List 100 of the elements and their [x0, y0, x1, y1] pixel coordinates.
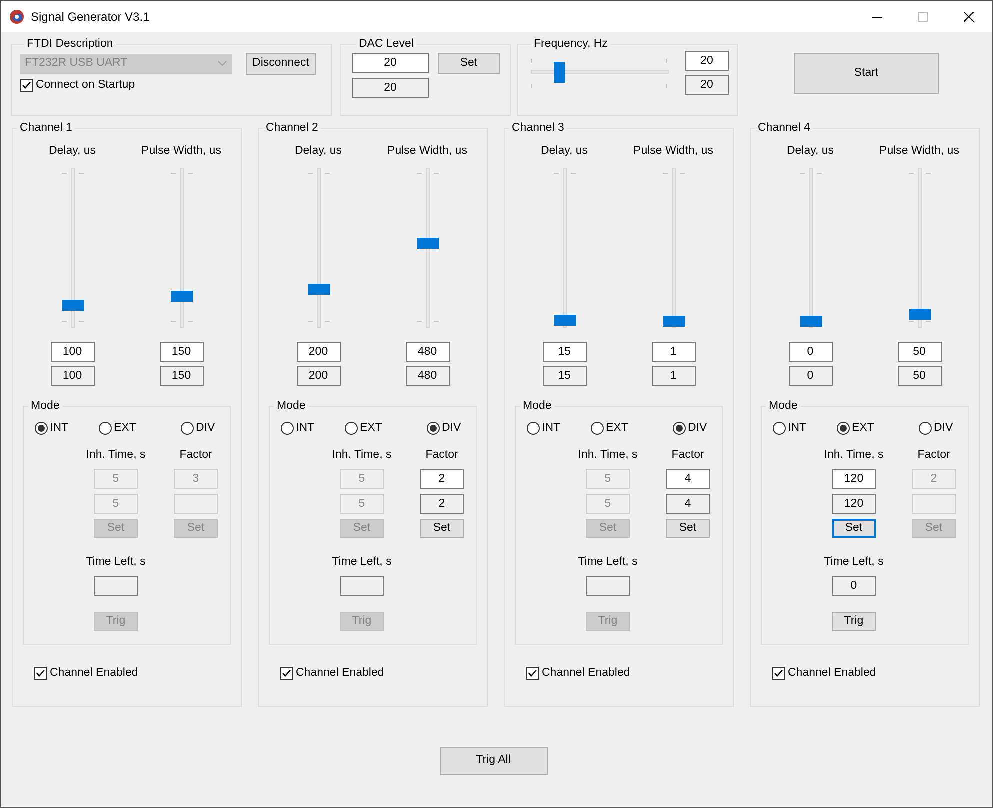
pulse-width-input[interactable]: 150	[160, 342, 204, 362]
radio-icon[interactable]	[673, 422, 686, 436]
mode-radio[interactable]: INT	[270, 420, 318, 438]
delay-readout: 0	[788, 366, 832, 386]
delay-input[interactable]: 15	[542, 342, 586, 362]
slider-thumb[interactable]	[554, 62, 565, 83]
mode-radio[interactable]: INT	[24, 420, 72, 438]
slider-thumb[interactable]	[62, 300, 84, 311]
close-icon[interactable]	[964, 12, 974, 22]
inhibit-time-label: Inh. Time, s	[578, 448, 638, 462]
channel-enabled-checkbox[interactable]: Channel Enabled	[772, 665, 876, 682]
factor-readout	[912, 494, 956, 514]
factor-input[interactable]: 4	[666, 468, 710, 489]
pulse-width-input[interactable]: 1	[652, 342, 696, 362]
trig-button[interactable]: Trig	[832, 612, 876, 631]
group-title: Mode	[522, 399, 553, 414]
slider-thumb[interactable]	[662, 316, 684, 328]
time-left-field	[340, 576, 384, 596]
set-button[interactable]: Set	[420, 518, 464, 538]
delay-label: Delay, us	[294, 144, 342, 159]
inhibit-time-readout: 5	[340, 494, 384, 514]
mode-radio[interactable]: DIV	[406, 420, 478, 438]
group-title: DAC Level	[358, 37, 415, 51]
radio-icon[interactable]	[773, 422, 786, 436]
factor-readout: 2	[420, 494, 464, 514]
factor-readout: 4	[666, 494, 710, 514]
dac-readout: 20	[352, 78, 429, 98]
slider-thumb[interactable]	[170, 291, 192, 302]
radio-icon[interactable]	[99, 422, 112, 436]
radio-icon[interactable]	[527, 422, 540, 436]
set-button[interactable]: Set	[666, 518, 710, 538]
pulse-width-input[interactable]: 50	[898, 342, 942, 362]
app-icon	[9, 8, 25, 24]
checkbox-icon[interactable]	[772, 667, 785, 680]
radio-icon[interactable]	[281, 422, 294, 436]
radio-icon[interactable]	[345, 422, 358, 436]
delay-input[interactable]: 0	[788, 342, 832, 362]
slider-thumb[interactable]	[908, 308, 930, 320]
frequency-readout: 20	[685, 75, 729, 95]
mode-radio[interactable]: DIV	[652, 420, 724, 438]
inhibit-time-label: Inh. Time, s	[824, 448, 884, 462]
checkbox-icon[interactable]	[280, 667, 293, 680]
factor-label: Factor	[426, 448, 458, 462]
radio-icon[interactable]	[837, 422, 850, 436]
dac-input[interactable]: 20	[352, 53, 429, 73]
radio-icon[interactable]	[591, 422, 604, 436]
group-title: Mode	[30, 399, 61, 414]
trig-all-button[interactable]: Trig All	[440, 747, 548, 775]
slider-thumb[interactable]	[800, 316, 822, 328]
time-left-field: 0	[832, 576, 876, 596]
time-left-label: Time Left, s	[578, 554, 638, 570]
delay-input[interactable]: 100	[50, 342, 94, 362]
mode-radio[interactable]: EXT	[564, 420, 652, 438]
group-title: Frequency, Hz	[533, 37, 609, 51]
inhibit-time-readout: 5	[586, 494, 630, 514]
delay-input[interactable]: 200	[296, 342, 340, 362]
radio-icon[interactable]	[35, 422, 48, 436]
radio-icon[interactable]	[919, 422, 932, 436]
mode-radio[interactable]: EXT	[318, 420, 406, 438]
slider-thumb[interactable]	[308, 284, 330, 295]
mode-radio[interactable]: DIV	[898, 420, 970, 438]
mode-radio[interactable]: INT	[762, 420, 810, 438]
group-title: Mode	[768, 399, 799, 414]
set-button[interactable]: Set	[438, 53, 500, 74]
connect-on-startup-checkbox[interactable]: Connect on Startup	[20, 77, 136, 94]
delay-label: Delay, us	[48, 144, 96, 159]
channel-enabled-checkbox[interactable]: Channel Enabled	[34, 665, 138, 682]
pulse-width-label: Pulse Width, us	[142, 144, 222, 159]
radio-icon[interactable]	[427, 422, 440, 436]
delay-label: Delay, us	[540, 144, 588, 159]
start-button[interactable]: Start	[794, 53, 939, 94]
mode-radio[interactable]: EXT	[810, 420, 898, 438]
group-title: Channel 1	[19, 121, 74, 135]
pulse-width-input[interactable]: 480	[406, 342, 450, 362]
inhibit-time-input[interactable]: 120	[832, 468, 876, 489]
slider-thumb[interactable]	[554, 314, 576, 326]
mode-radio[interactable]: EXT	[72, 420, 160, 438]
mode-radio[interactable]: INT	[516, 420, 564, 438]
inhibit-time-readout: 120	[832, 494, 876, 514]
time-left-label: Time Left, s	[824, 554, 884, 570]
checkbox-icon[interactable]	[34, 667, 47, 680]
mode-radio[interactable]: DIV	[160, 420, 232, 438]
factor-input[interactable]: 2	[420, 468, 464, 489]
checkbox-icon[interactable]	[20, 79, 33, 92]
channel-enabled-checkbox[interactable]: Channel Enabled	[280, 665, 384, 682]
set-button[interactable]: Set	[832, 518, 876, 538]
slider-thumb[interactable]	[416, 238, 438, 249]
group-title: Channel 2	[265, 121, 320, 135]
factor-label: Factor	[918, 448, 950, 462]
channel-enabled-checkbox[interactable]: Channel Enabled	[526, 665, 630, 682]
factor-label: Factor	[672, 448, 704, 462]
time-left-field	[586, 576, 630, 596]
inhibit-time-readout: 5	[94, 494, 138, 514]
disconnect-button[interactable]: Disconnect	[246, 53, 316, 75]
checkbox-icon[interactable]	[526, 667, 539, 680]
radio-icon[interactable]	[181, 422, 194, 436]
group-title: FTDI Description	[26, 37, 114, 51]
delay-label: Delay, us	[786, 144, 834, 159]
frequency-input[interactable]: 20	[685, 51, 729, 71]
inhibit-time-label: Inh. Time, s	[86, 448, 146, 462]
